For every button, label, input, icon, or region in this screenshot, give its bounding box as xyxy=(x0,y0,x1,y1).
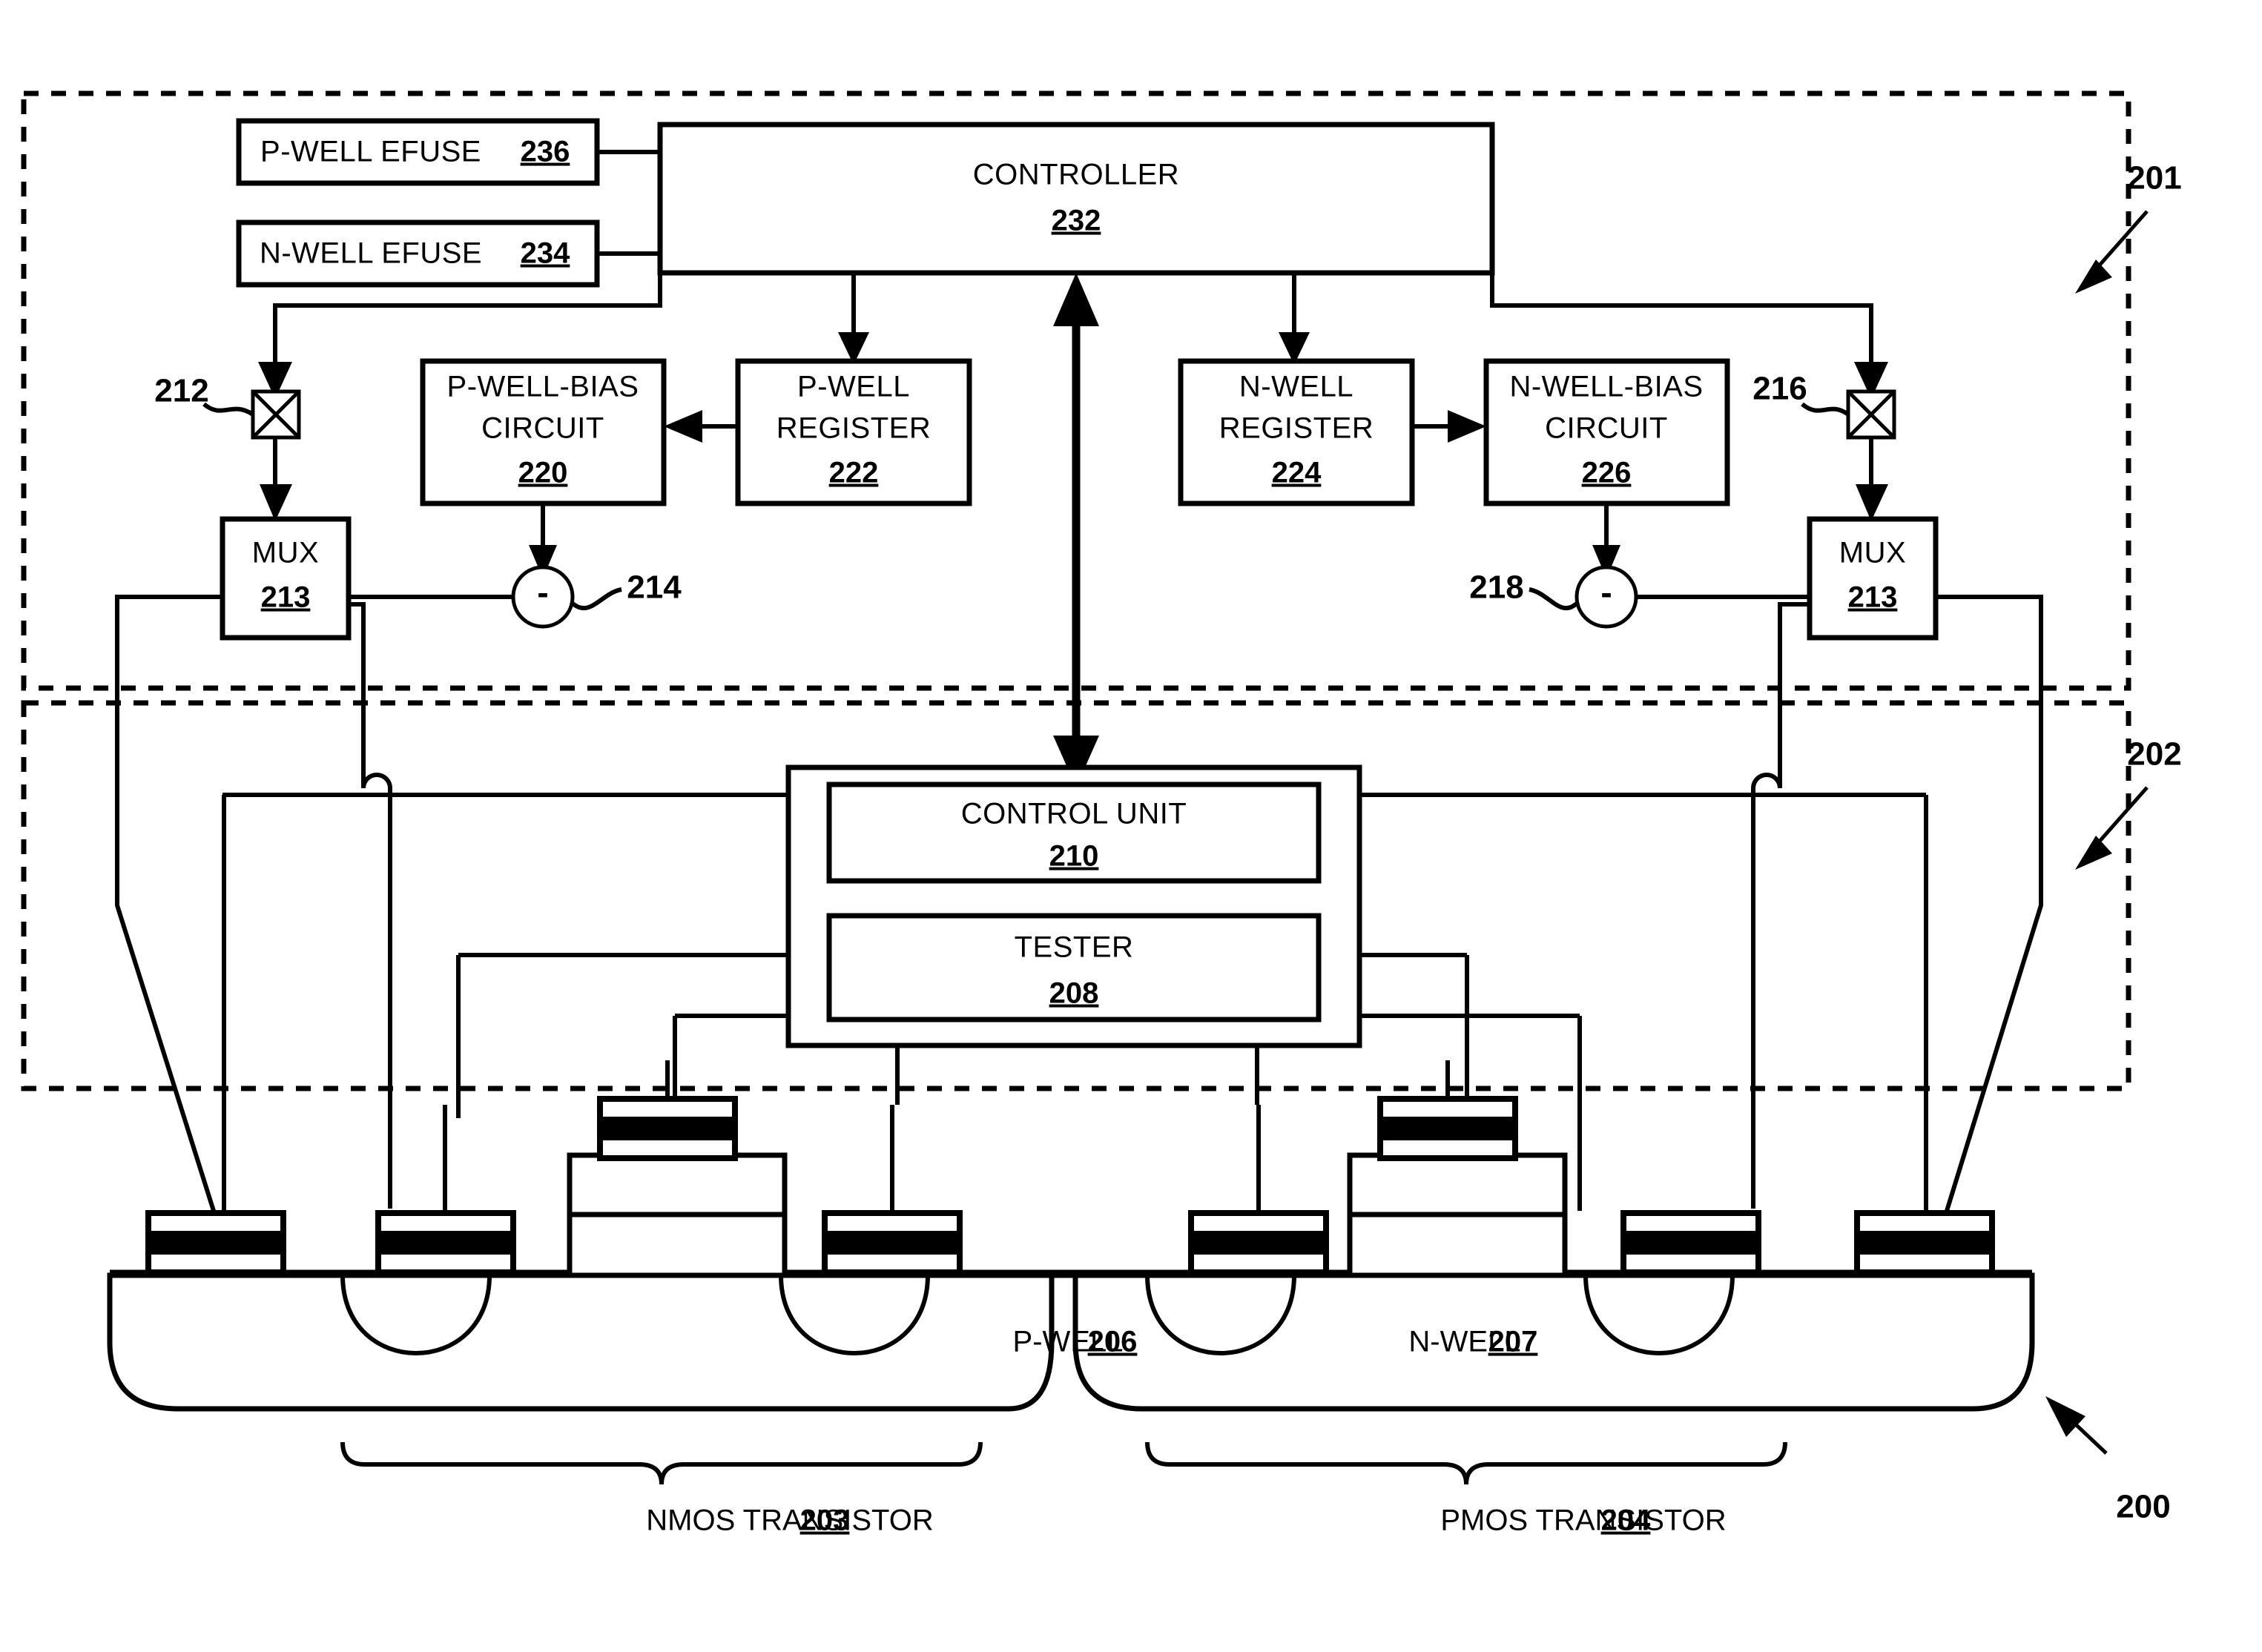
nwell-bias-line2: CIRCUIT xyxy=(1545,412,1668,445)
pwell-efuse-num: 236 xyxy=(521,136,570,168)
pwell-efuse-label: P-WELL EFUSE xyxy=(260,136,481,168)
source-214-sign: - xyxy=(537,573,548,612)
mux-right-label: MUX xyxy=(1839,537,1906,569)
ref-201-arrowhead xyxy=(2075,260,2112,294)
pmos-brace xyxy=(1145,1441,1787,1485)
contact-stack xyxy=(145,1210,286,1275)
wire-controller-to-pad-216 xyxy=(1490,273,1873,365)
ref-218: 218 xyxy=(1469,569,1523,606)
contact-stack xyxy=(375,1210,516,1275)
nwell-register-line2: REGISTER xyxy=(1219,412,1374,445)
ref-201: 201 xyxy=(2127,160,2181,196)
nwell-efuse-num: 234 xyxy=(521,237,570,270)
leader-212 xyxy=(202,402,254,417)
nwell-body xyxy=(1072,1272,2035,1412)
patent-figure-svg: P-WELL EFUSE 236 N-WELL EFUSE 234 CONTRO… xyxy=(21,90,2182,1537)
mux-left-label: MUX xyxy=(252,537,319,569)
mux-right-num: 213 xyxy=(1848,581,1898,614)
pwell-register-num: 222 xyxy=(829,457,879,489)
pwell-bias-line1: P-WELL-BIAS xyxy=(447,371,639,403)
nmos-transistor-num: 203 xyxy=(800,1504,850,1537)
tester-label: TESTER xyxy=(1015,931,1134,964)
contact-group-nwell xyxy=(1188,1096,1995,1278)
nwell-register-line1: N-WELL xyxy=(1239,371,1353,403)
pwell-bias-num: 220 xyxy=(518,457,568,489)
control-unit-num: 210 xyxy=(1049,840,1099,873)
pwell-register-line2: REGISTER xyxy=(776,412,931,445)
gate-stack-nmos xyxy=(567,1096,788,1278)
pwell-num: 206 xyxy=(1088,1326,1138,1358)
nwell-bias-line1: N-WELL-BIAS xyxy=(1509,371,1703,403)
leader-218 xyxy=(1529,587,1580,611)
leader-216 xyxy=(1801,402,1850,417)
nwell-num: 207 xyxy=(1488,1326,1538,1358)
pmos-transistor-label: PMOS TRANSISTOR xyxy=(1440,1504,1726,1537)
pwell-bias-line2: CIRCUIT xyxy=(481,412,604,445)
wire-mux-left-bus-b xyxy=(349,602,392,1209)
pwell-register-line1: P-WELL xyxy=(797,371,910,403)
nwell-efuse-label: N-WELL EFUSE xyxy=(260,237,482,270)
figure-canvas: P-WELL EFUSE 236 N-WELL EFUSE 234 CONTRO… xyxy=(0,0,2262,1652)
mux-left-num: 213 xyxy=(261,581,311,614)
ref-200: 200 xyxy=(2116,1489,2170,1525)
nwell-register-num: 224 xyxy=(1272,457,1322,489)
gate-stack-pmos xyxy=(1347,1096,1568,1278)
control-unit-label: CONTROL UNIT xyxy=(961,798,1187,830)
leader-214 xyxy=(569,587,622,611)
source-218-sign: - xyxy=(1600,573,1612,612)
ref-212: 212 xyxy=(154,373,208,409)
pmos-transistor-num: 204 xyxy=(1601,1504,1651,1537)
arrowhead-pwell-bias-in xyxy=(664,410,702,443)
controller-num: 232 xyxy=(1052,205,1101,237)
ref-216: 216 xyxy=(1752,371,1807,407)
wire-mux-right-bus-b xyxy=(1751,602,1810,1209)
contact-group-pwell xyxy=(145,1096,963,1278)
nmos-brace xyxy=(340,1441,983,1485)
pwell-body xyxy=(107,1272,1055,1412)
arrowhead-mux-right xyxy=(1856,484,1888,521)
arrowhead-nwell-bias-in xyxy=(1448,410,1486,443)
nmos-transistor-label: NMOS TRANSISTOR xyxy=(646,1504,933,1537)
contact-stack xyxy=(1854,1210,1995,1275)
arrowhead-mux-left xyxy=(260,484,292,521)
ref-200-arrowhead xyxy=(2045,1396,2085,1437)
controller-label: CONTROLLER xyxy=(973,159,1179,191)
nwell-bias-num: 226 xyxy=(1582,457,1632,489)
controller-box[interactable] xyxy=(657,122,1495,276)
contact-stack xyxy=(1188,1210,1329,1275)
tester-num: 208 xyxy=(1049,977,1099,1010)
contact-stack xyxy=(1620,1210,1761,1275)
ref-214: 214 xyxy=(627,569,682,606)
ref-202: 202 xyxy=(2127,736,2181,773)
ref-202-arrowhead xyxy=(2075,836,2112,870)
arrowhead-bus-up xyxy=(1053,273,1099,326)
contact-stack xyxy=(822,1210,963,1275)
